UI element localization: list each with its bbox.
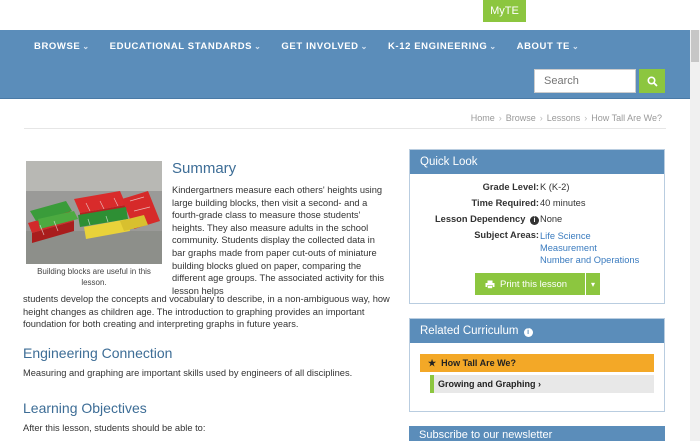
breadcrumb-separator: › [498, 113, 502, 123]
related-item-growing-graphing[interactable]: Growing and Graphing › [430, 375, 654, 393]
breadcrumb-lessons[interactable]: Lessons [547, 113, 581, 123]
chevron-down-icon: ⌄ [82, 42, 90, 51]
related-item-current-label: How Tall Are We? [441, 358, 516, 368]
nav-get-involved[interactable]: GET INVOLVED ⌄ [281, 41, 368, 52]
item-accent-bar [430, 375, 434, 393]
main-navbar: BROWSE ⌄ EDUCATIONAL STANDARDS ⌄ GET INVOL… [0, 30, 690, 99]
related-curriculum-heading: Related Curriculum i [410, 319, 664, 343]
breadcrumb-separator: › [584, 113, 588, 123]
related-curriculum-panel: Related Curriculum i ★ How Tall Are We? … [409, 318, 665, 412]
nav-k12-label: K-12 ENGINEERING [387, 41, 488, 52]
breadcrumb-browse[interactable]: Browse [506, 113, 536, 123]
chevron-down-icon: ⌄ [360, 42, 368, 51]
search-input[interactable] [534, 69, 636, 93]
building-blocks-image [26, 161, 162, 264]
top-strip: MyTE [0, 0, 700, 24]
subject-link-measurement[interactable]: Measurement [540, 242, 639, 254]
nav-browse[interactable]: BROWSE ⌄ [34, 41, 90, 52]
subject-link-life-science[interactable]: Life Science [540, 230, 639, 242]
print-lesson-button[interactable]: Print this lesson [475, 273, 585, 295]
nav-standards-label: EDUCATIONAL STANDARDS [109, 41, 253, 52]
breadcrumb-separator: › [539, 113, 543, 123]
engineering-connection-text: Measuring and graphing are important ski… [23, 368, 353, 378]
subject-areas-label: Subject Areas: [474, 230, 539, 240]
chevron-right-icon: › [538, 379, 542, 389]
related-item-current[interactable]: ★ How Tall Are We? [420, 354, 654, 372]
nav-menu: BROWSE ⌄ EDUCATIONAL STANDARDS ⌄ GET INVOL… [34, 41, 599, 52]
search-icon [646, 75, 658, 87]
summary-text-continued: students develop the concepts and vocabu… [23, 294, 390, 330]
nav-about-te[interactable]: ABOUT TE ⌄ [517, 41, 580, 52]
info-icon[interactable]: i [523, 328, 533, 337]
time-required-label: Time Required: [471, 198, 539, 208]
chevron-down-icon: ⌄ [489, 42, 497, 51]
related-curriculum-title: Related Curriculum [420, 325, 519, 337]
lesson-dependency-value: None [540, 214, 563, 224]
breadcrumb: Home › Browse › Lessons › How Tall Are We? [471, 113, 662, 123]
lesson-dependency-label-text: Lesson Dependency [434, 214, 526, 224]
print-options-dropdown[interactable]: ▾ [586, 273, 600, 295]
nav-educational-standards[interactable]: EDUCATIONAL STANDARDS ⌄ [110, 41, 262, 52]
printer-icon [485, 280, 495, 289]
print-lesson-label: Print this lesson [500, 278, 568, 290]
search-button[interactable] [639, 69, 665, 93]
quick-look-panel: Quick Look Grade Level: K (K-2) Time Req… [409, 149, 665, 304]
divider [24, 128, 666, 129]
star-icon: ★ [428, 358, 437, 368]
quick-look-heading: Quick Look [410, 150, 664, 174]
scrollbar-thumb[interactable] [691, 30, 699, 62]
lesson-dependency-label: Lesson Dependency i [435, 214, 539, 225]
breadcrumb-current: How Tall Are We? [591, 113, 662, 123]
time-required-value: 40 minutes [540, 198, 586, 208]
engineering-connection-heading: Engineering Connection [23, 345, 173, 361]
myte-button[interactable]: MyTE [483, 0, 526, 22]
grade-level-label: Grade Level: [482, 182, 539, 192]
grade-level-value: K (K-2) [540, 182, 570, 192]
nav-browse-label: BROWSE [34, 41, 81, 52]
summary-text-wrapped: Kindergartners measure each others' heig… [172, 185, 385, 296]
learning-objectives-heading: Learning Objectives [23, 400, 147, 416]
nav-get-involved-label: GET INVOLVED [281, 41, 359, 52]
nav-about-label: ABOUT TE [516, 41, 570, 52]
scrollbar-track[interactable] [690, 30, 700, 441]
caret-down-icon: ▾ [590, 279, 595, 289]
subject-areas-list: Life Science Measurement Number and Oper… [540, 230, 639, 266]
chevron-down-icon: ⌄ [254, 42, 262, 51]
summary-heading: Summary [172, 160, 237, 177]
subject-link-number-operations[interactable]: Number and Operations [540, 254, 639, 266]
image-caption: Building blocks are useful in this lesso… [37, 267, 151, 287]
learning-objectives-text: After this lesson, students should be ab… [23, 423, 206, 433]
breadcrumb-home[interactable]: Home [471, 113, 495, 123]
info-icon[interactable]: i [530, 216, 539, 225]
related-item-label: Growing and Graphing [438, 379, 536, 389]
chevron-down-icon: ⌄ [571, 42, 580, 51]
nav-k12-engineering[interactable]: K-12 ENGINEERING ⌄ [388, 41, 497, 52]
newsletter-panel-heading: Subscribe to our newsletter [409, 426, 665, 441]
